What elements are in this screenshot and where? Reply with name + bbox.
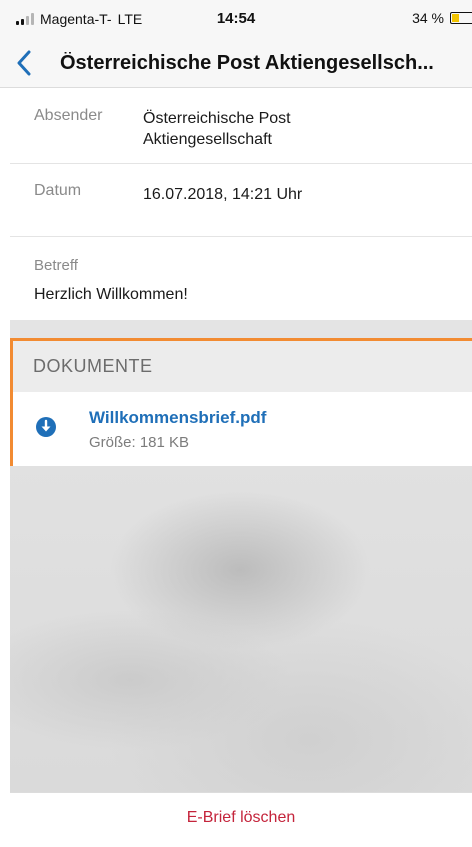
back-button[interactable] xyxy=(16,48,42,78)
documents-header: DOKUMENTE xyxy=(13,341,472,392)
battery-percent: 34 % xyxy=(412,10,444,26)
document-name-link[interactable]: Willkommensbrief.pdf xyxy=(89,408,266,428)
page-title: Österreichische Post Aktiengesellsch... xyxy=(60,52,434,74)
battery-icon xyxy=(450,12,472,24)
date-row: Datum 16.07.2018, 14:21 Uhr xyxy=(10,164,472,237)
battery-info: 34 % xyxy=(412,10,472,26)
sender-line-1: Österreichische Post xyxy=(143,110,291,127)
document-item[interactable]: Willkommensbrief.pdf Größe: 181 KB xyxy=(13,392,472,466)
navigation-bar: Österreichische Post Aktiengesellsch... xyxy=(0,38,472,88)
status-bar: Magenta-T- LTE 14:54 34 % xyxy=(0,0,472,38)
documents-section: DOKUMENTE Willkommensbrief.pdf Größe: 18… xyxy=(10,338,472,466)
status-time: 14:54 xyxy=(216,10,256,27)
date-label: Datum xyxy=(34,182,82,199)
delete-letter-button[interactable]: E-Brief löschen xyxy=(10,809,472,827)
sender-label: Absender xyxy=(34,107,103,124)
sender-row: Absender Österreichische Post Aktiengese… xyxy=(10,89,472,164)
letter-details: Absender Österreichische Post Aktiengese… xyxy=(10,89,472,319)
subject-row: Betreff Herzlich Willkommen! xyxy=(10,237,472,319)
document-size: Größe: 181 KB xyxy=(89,434,190,451)
sender-value: Österreichische Post Aktiengesellschaft xyxy=(143,108,291,150)
subject-label: Betreff xyxy=(34,257,78,274)
footer-bar: E-Brief löschen xyxy=(10,792,472,847)
subject-value: Herzlich Willkommen! xyxy=(34,286,188,303)
date-value: 16.07.2018, 14:21 Uhr xyxy=(143,186,303,203)
chevron-left-icon xyxy=(17,50,31,76)
documents-header-label: DOKUMENTE xyxy=(33,356,153,376)
download-icon[interactable] xyxy=(35,416,57,438)
sender-line-2: Aktiengesellschaft xyxy=(143,131,272,148)
